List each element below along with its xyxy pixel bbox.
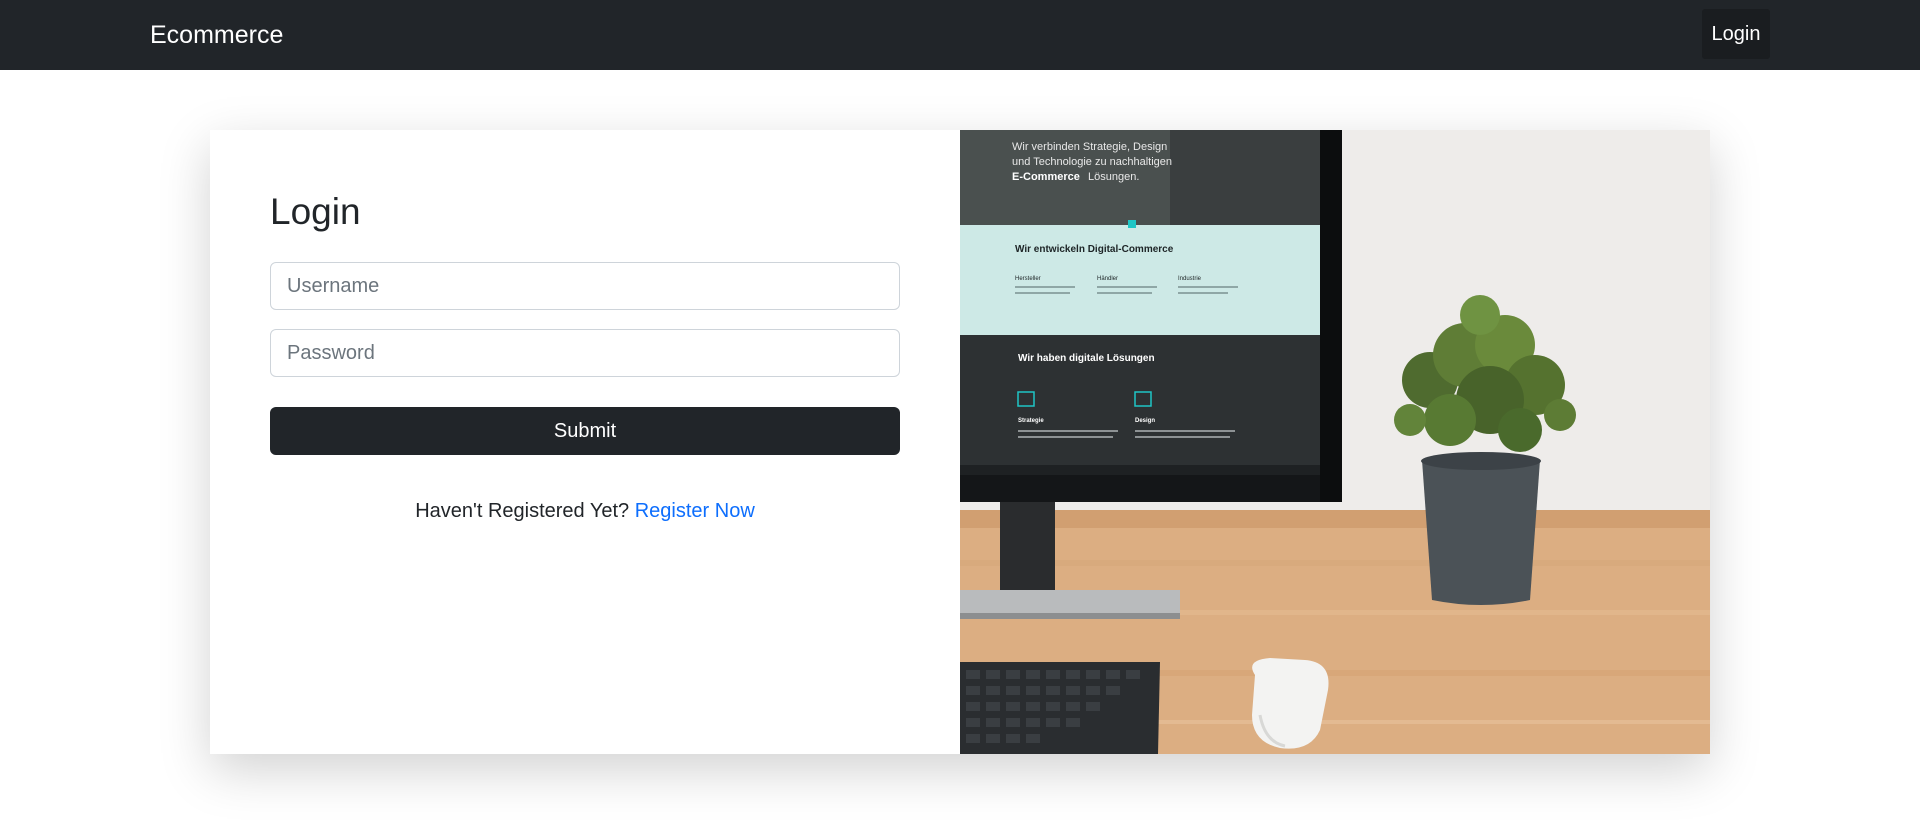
screen-col-2: Händler — [1097, 276, 1118, 282]
screen-col-1: Hersteller — [1015, 276, 1041, 282]
login-card: Login Submit Haven't Registered Yet? Reg… — [210, 130, 1710, 754]
brand-link[interactable]: Ecommerce — [150, 19, 283, 51]
username-input[interactable] — [270, 262, 900, 310]
screen-item-2: Design — [1135, 418, 1155, 424]
screen-tagline-1: Wir verbinden Strategie, Design — [1012, 141, 1167, 153]
register-prompt-line: Haven't Registered Yet? Register Now — [270, 497, 900, 525]
screen-col-3: Industrie — [1178, 276, 1202, 282]
screen-tagline-3-rest: Lösungen. — [1088, 171, 1139, 183]
screen-section-title: Wir entwickeln Digital-Commerce — [1015, 244, 1174, 255]
hero-image: Wir verbinden Strategie, Design und Tech… — [960, 130, 1710, 754]
screen-tagline-2: und Technologie zu nachhaltigen — [1012, 156, 1172, 168]
screen-tagline-3-bold: E-Commerce — [1012, 171, 1080, 183]
keyboard — [960, 662, 1160, 754]
top-navbar: Ecommerce Login — [0, 0, 1920, 70]
submit-button[interactable]: Submit — [270, 407, 900, 455]
password-input[interactable] — [270, 329, 900, 377]
desk-scene-illustration: Wir verbinden Strategie, Design und Tech… — [960, 130, 1710, 754]
register-prompt-text: Haven't Registered Yet? — [415, 500, 630, 522]
nav-login-link[interactable]: Login — [1702, 9, 1770, 59]
page-title: Login — [270, 191, 361, 232]
mouse — [1252, 658, 1329, 749]
login-form-pane: Login Submit Haven't Registered Yet? Reg… — [210, 130, 960, 754]
screen-item-1: Strategie — [1018, 418, 1044, 424]
screen-section-title-2: Wir haben digitale Lösungen — [1018, 353, 1155, 364]
register-now-link[interactable]: Register Now — [635, 500, 755, 522]
